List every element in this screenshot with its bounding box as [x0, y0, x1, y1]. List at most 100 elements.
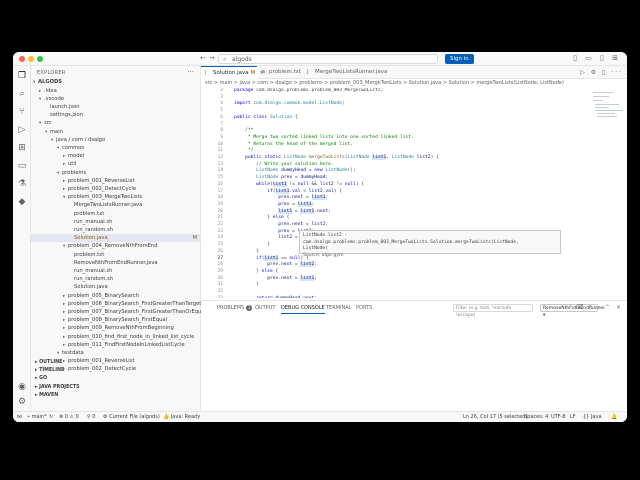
tree-folder[interactable]: ▾ src — [31, 119, 201, 127]
search-text: algods — [232, 56, 252, 63]
tree-folder[interactable]: ▾ common — [31, 144, 201, 152]
tree-file[interactable]: run_manual.sh — [31, 267, 201, 275]
tree-folder[interactable]: ▸ problem_007_BinarySearch_FirstGreaterTh… — [31, 308, 201, 316]
tree-file[interactable]: run_manual.sh — [31, 218, 201, 226]
explorer-sidebar: EXPLORER ··· ▾ ALGODS ▸ .idea ▾ .vscode launc… — [31, 66, 201, 411]
tree-item-label: problem_008_BinarySearch_FirstEqual — [68, 317, 168, 324]
tree-item-label: common — [62, 144, 85, 151]
tab-terminal[interactable]: TERMINAL — [326, 305, 351, 311]
editor-actions[interactable]: ▷ ⚙ ▯ ··· — [580, 69, 623, 76]
sign-in-button[interactable]: Sign in — [445, 54, 474, 64]
tree-file[interactable]: problem.txt — [31, 251, 201, 259]
notifications-bell-icon[interactable]: 🔔 — [611, 412, 617, 422]
tree-item-label: settings.json — [50, 112, 83, 119]
tree-file[interactable]: launch.json — [31, 103, 201, 111]
minimap[interactable] — [591, 88, 627, 298]
source-control-icon[interactable]: ⑂ — [16, 106, 28, 118]
panel-actions[interactable]: ⌫ ··· ⌃ × — [575, 304, 623, 311]
tree-item-label: run_manual.sh — [74, 218, 113, 225]
tree-folder[interactable]: ▾ problem_003_MergeTwoLists — [31, 193, 201, 201]
encoding[interactable]: UTF-8 — [551, 412, 566, 422]
tree-file[interactable]: run_random.sh — [31, 226, 201, 234]
text-file-icon: ≡ — [261, 69, 266, 75]
forward-arrow-icon[interactable]: → — [209, 54, 215, 62]
code-editor[interactable]: 2 package com.dsalgo.problems.problem_003… — [201, 88, 591, 298]
tree-folder[interactable]: ▸ problem_008_BinarySearch_FirstEqual — [31, 316, 201, 324]
sync-icon[interactable]: ↻ — [49, 412, 53, 422]
tree-file[interactable]: Solution.java — [31, 283, 201, 291]
tree-item-label: problem_010_find_first_node_in_linked_li… — [68, 333, 195, 340]
hover-source: Source: algo-gym — [303, 252, 344, 258]
tab-mergetwolistsrunner[interactable]: J MergeTwoListsRunner.java — [303, 66, 387, 79]
tree-folder[interactable]: ▸ problem_011_FindFirstNodeInLinkedListCy… — [31, 341, 201, 349]
language-mode[interactable]: {} Java — [583, 412, 602, 422]
tree-file[interactable]: problem.txt — [31, 210, 201, 218]
tree-file[interactable]: run_random.sh — [31, 275, 201, 283]
cursor-position[interactable]: Ln 26, Col 17 (5 selected) — [463, 412, 527, 422]
testing-icon[interactable]: ⚗ — [16, 178, 28, 190]
tree-folder[interactable]: ▸ problem_002_DetectCycle — [31, 185, 201, 193]
tree-file[interactable]: RemoveNthFromEndRunner.java — [31, 259, 201, 267]
tree-item-label: Solution.java — [74, 235, 108, 242]
run-debug-icon[interactable]: ▷ — [16, 124, 28, 136]
title-bar: ← → ⌕ algods Sign in ▯ ▭ ▯ ⊞ — [13, 52, 627, 66]
tree-folder[interactable]: ▸ problem_006_BinarySearch_FirstGreaterTh… — [31, 300, 201, 308]
breadcrumb[interactable]: src > main > java > com > dsalgo > probl… — [201, 79, 627, 88]
tree-folder[interactable]: ▸ problem_009_RemoveNthFromBeginning — [31, 324, 201, 332]
maximize-window-dot[interactable] — [37, 56, 43, 62]
tree-folder[interactable]: ▾ problems — [31, 169, 201, 177]
tree-folder[interactable]: ▸ problem_001_ReverseList — [31, 177, 201, 185]
tree-folder[interactable]: ▾ testdata — [31, 349, 201, 357]
explorer-title: EXPLORER — [37, 70, 66, 76]
problems-status[interactable]: ⊗ 0 ⚠ 0 — [59, 412, 79, 422]
editor-tabs: J Solution.java M × ≡ problem.txt J MergeTwo… — [201, 66, 627, 79]
indentation[interactable]: Spaces: 4 — [524, 412, 548, 422]
ports-status[interactable]: ⚲ 0 — [87, 412, 95, 422]
minimize-window-dot[interactable] — [28, 56, 34, 62]
remote-explorer-icon[interactable]: ▭ — [16, 160, 28, 172]
account-icon[interactable]: ◉ — [16, 381, 28, 393]
layout-icons[interactable]: ▯ ▭ ▯ ⊞ — [573, 54, 621, 62]
run-config-status[interactable]: ⚙ Current File (algods) — [103, 412, 160, 422]
more-actions-icon[interactable]: ··· — [187, 68, 194, 76]
settings-gear-icon[interactable]: ⚙ — [16, 396, 28, 408]
java-status[interactable]: 👍 Java: Ready — [163, 412, 200, 422]
tree-file[interactable]: settings.json — [31, 111, 201, 119]
tree-folder[interactable]: ▸ util — [31, 160, 201, 168]
python-icon[interactable]: ◆ — [16, 196, 28, 208]
section-maven[interactable]: ▸ MAVEN — [31, 392, 201, 400]
tree-folder[interactable]: ▾ .vscode — [31, 95, 201, 103]
close-window-dot[interactable] — [19, 56, 25, 62]
section-outline[interactable]: ▸ OUTLINE — [31, 359, 201, 367]
section-timeline[interactable]: ▸ TIMELINE — [31, 367, 201, 375]
tab-solution-java[interactable]: J Solution.java M × — [201, 66, 264, 79]
section-go[interactable]: ▸ GO — [31, 375, 201, 383]
tab-problem-txt[interactable]: ≡ problem.txt — [257, 66, 303, 79]
tab-output[interactable]: OUTPUT — [255, 305, 275, 311]
tab-debug-console[interactable]: DEBUG CONSOLE — [281, 305, 325, 314]
tree-folder[interactable]: ▾ problem_004_RemoveNthFromEnd — [31, 242, 201, 250]
tree-folder[interactable]: ▸ model — [31, 152, 201, 160]
back-arrow-icon[interactable]: ← — [200, 54, 206, 62]
vscode-window: ← → ⌕ algods Sign in ▯ ▭ ▯ ⊞ ❐ ⌕ ⑂ ▷ ⊞ ▭… — [13, 52, 627, 422]
tree-item-label: problem_001_ReverseList — [68, 177, 135, 184]
tree-folder[interactable]: ▸ problem_010_find_first_node_in_linked_l… — [31, 333, 201, 341]
tree-folder[interactable]: ▾ java / com / dsalgo — [31, 136, 201, 144]
tree-file[interactable]: MergeTwoListsRunner.java — [31, 201, 201, 209]
debug-console-filter-input[interactable]: Filter (e.g. text, !exclude, \escape) — [453, 304, 533, 318]
tab-ports[interactable]: PORTS — [356, 305, 372, 311]
end-of-line[interactable]: LF — [570, 412, 576, 422]
command-center-search[interactable]: ⌕ algods — [218, 54, 438, 64]
section-java-projects[interactable]: ▸ JAVA PROJECTS — [31, 384, 201, 392]
remote-indicator-icon[interactable]: ⋈ — [17, 412, 22, 422]
search-view-icon[interactable]: ⌕ — [16, 88, 28, 100]
extensions-icon[interactable]: ⊞ — [16, 142, 28, 154]
workspace-root[interactable]: ▾ ALGODS — [31, 78, 201, 86]
explorer-icon[interactable]: ❐ — [16, 70, 28, 82]
tab-problems[interactable]: PROBLEMS 2 — [217, 305, 253, 311]
tree-folder[interactable]: ▾ main — [31, 128, 201, 136]
tree-file[interactable]: Solution.java M — [31, 234, 201, 243]
tree-folder[interactable]: ▸ .idea — [31, 87, 201, 95]
branch-status[interactable]: ⑂ main* — [27, 412, 47, 422]
tree-folder[interactable]: ▸ problem_005_BinarySearch — [31, 292, 201, 300]
